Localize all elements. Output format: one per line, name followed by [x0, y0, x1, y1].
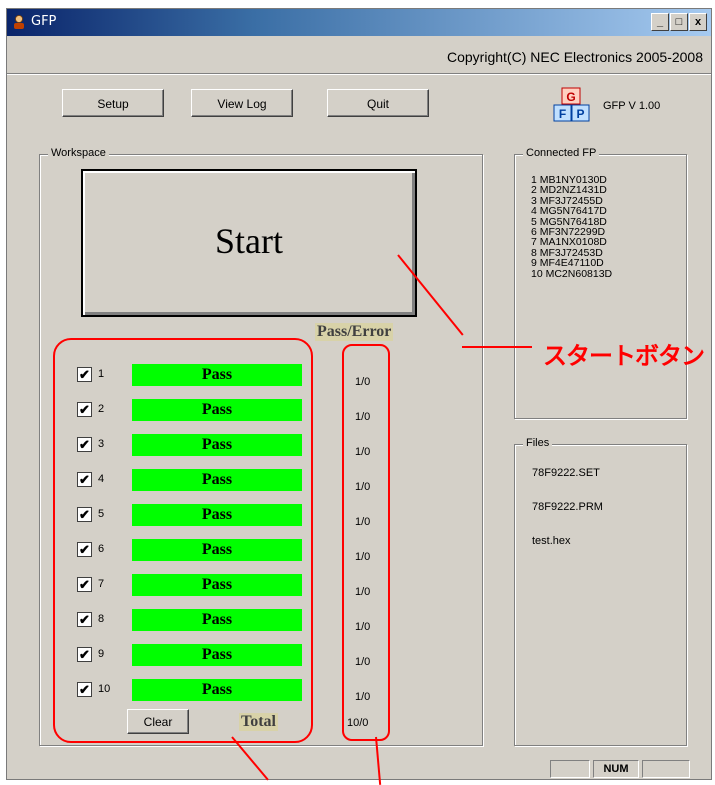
status-bar: NUM — [7, 757, 711, 781]
header-divider — [7, 73, 711, 75]
view-log-button[interactable]: View Log — [191, 89, 293, 117]
annotation-checkbox-outline — [53, 338, 313, 743]
status-cell-empty-2 — [642, 760, 690, 778]
file-item[interactable]: 78F9222.SET — [532, 467, 600, 479]
connected-fp-list: 1 MB1NY0130D 2 MD2NZ1431D 3 MF3J72455D 4 MG… — [531, 175, 613, 280]
app-person-icon — [14, 15, 24, 29]
status-cell-empty — [550, 760, 590, 778]
workspace-label: Workspace — [48, 147, 109, 159]
logo-letter-g: G — [566, 90, 575, 104]
logo-letter-p: P — [576, 107, 584, 121]
pass-error-header: Pass/Error — [315, 323, 394, 341]
files-label: Files — [523, 437, 553, 449]
title-bar[interactable]: GFP _ □ x — [7, 9, 711, 36]
file-item[interactable]: test.hex — [532, 535, 571, 547]
close-button[interactable]: x — [689, 13, 707, 31]
quit-button[interactable]: Quit — [327, 89, 429, 117]
connected-fp-item: 10 MC2N60813D — [531, 267, 613, 280]
connected-fp-label: Connected FP — [523, 147, 600, 159]
files-group: Files — [514, 437, 687, 746]
minimize-button[interactable]: _ — [651, 13, 669, 31]
copyright-text: Copyright(C) NEC Electronics 2005-2008 — [447, 49, 703, 65]
annotation-count-outline — [342, 344, 390, 741]
window-title: GFP — [31, 14, 57, 29]
gfp-logo-icon: G F P — [553, 87, 590, 122]
start-button[interactable]: Start — [81, 169, 417, 317]
version-label: GFP V 1.00 — [603, 100, 661, 112]
start-button-annotation: スタートボタン — [543, 342, 705, 370]
maximize-button[interactable]: □ — [670, 13, 688, 31]
file-item[interactable]: 78F9222.PRM — [532, 501, 603, 513]
setup-button[interactable]: Setup — [62, 89, 164, 117]
status-num-indicator: NUM — [593, 760, 639, 778]
annotation-pointer-line-h — [462, 346, 532, 348]
logo-letter-f: F — [559, 107, 566, 121]
